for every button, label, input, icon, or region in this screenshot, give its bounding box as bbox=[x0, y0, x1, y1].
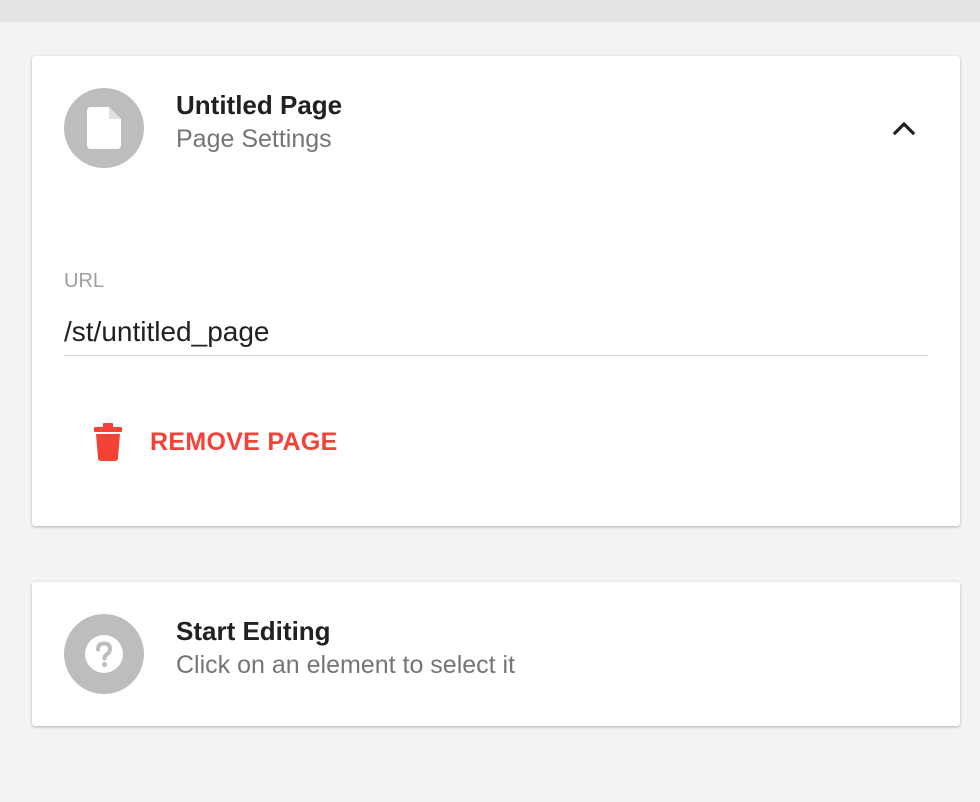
page-title: Untitled Page bbox=[176, 90, 343, 120]
page-settings-card: Untitled Page Page Settings URL REMOVE P… bbox=[32, 56, 960, 526]
help-title: Start Editing bbox=[176, 616, 331, 646]
document-icon bbox=[87, 107, 121, 149]
help-subtitle: Click on an element to select it bbox=[176, 651, 516, 679]
trash-icon bbox=[94, 423, 122, 461]
url-field-label: URL bbox=[64, 270, 105, 292]
url-field[interactable] bbox=[64, 309, 928, 356]
start-editing-card: Start Editing Click on an element to sel… bbox=[32, 582, 960, 726]
page-subtitle: Page Settings bbox=[176, 125, 332, 153]
top-toolbar-strip bbox=[0, 0, 980, 22]
help-avatar bbox=[64, 614, 144, 694]
collapse-button[interactable] bbox=[876, 106, 932, 150]
remove-page-button[interactable]: REMOVE PAGE bbox=[82, 414, 350, 470]
remove-page-label: REMOVE PAGE bbox=[150, 427, 338, 456]
help-icon bbox=[85, 635, 123, 673]
page-avatar bbox=[64, 88, 144, 168]
chevron-up-icon[interactable] bbox=[892, 116, 916, 140]
